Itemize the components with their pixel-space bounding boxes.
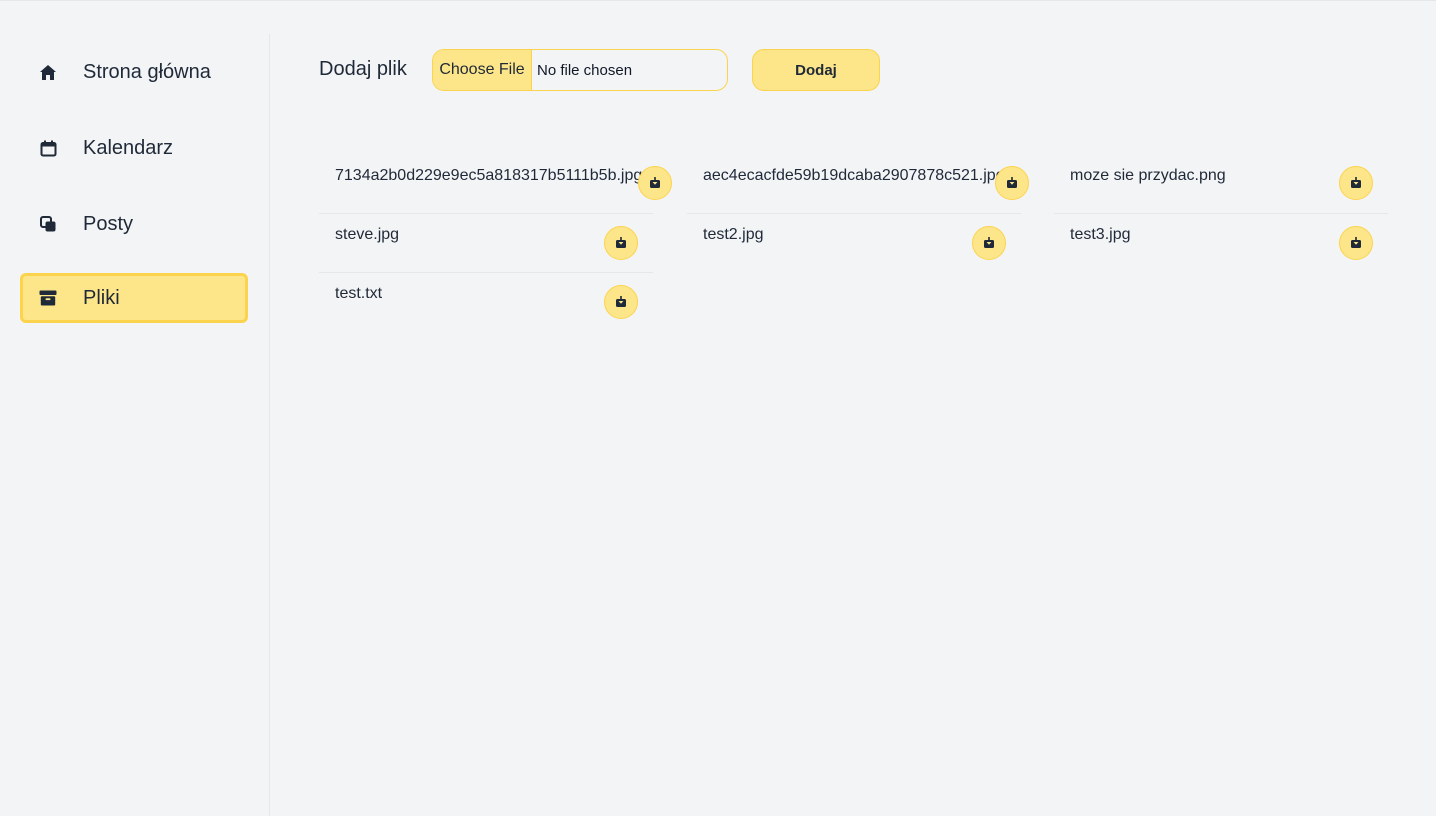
download-button[interactable] xyxy=(604,285,638,319)
download-icon xyxy=(1351,237,1361,248)
add-file-button[interactable]: Dodaj xyxy=(752,49,880,91)
file-name: test3.jpg xyxy=(1070,226,1131,243)
sidebar-item-calendar[interactable]: Kalendarz xyxy=(20,123,248,173)
download-button[interactable] xyxy=(972,226,1006,260)
sidebar-item-label: Strona główna xyxy=(83,60,211,83)
file-item: test3.jpg xyxy=(1054,214,1388,273)
sidebar-item-label: Pliki xyxy=(83,286,120,309)
sidebar-item-label: Posty xyxy=(83,212,134,235)
file-item: aec4ecacfde59b19dcaba2907878c521.jpg xyxy=(687,155,1029,214)
file-item: steve.jpg xyxy=(319,214,653,273)
sidebar-item-posts[interactable]: Posty xyxy=(20,199,248,249)
file-item: test2.jpg xyxy=(687,214,1021,273)
file-item: 7134a2b0d229e9ec5a818317b5111b5b.jpg xyxy=(319,155,672,214)
sidebar-item-files[interactable]: Pliki xyxy=(20,273,248,323)
file-name: steve.jpg xyxy=(335,226,400,243)
sidebar-item-home[interactable]: Strona główna xyxy=(20,47,248,97)
download-button[interactable] xyxy=(638,166,672,200)
copy-icon xyxy=(38,214,58,234)
file-item: test.txt xyxy=(319,273,653,332)
download-icon xyxy=(616,237,626,248)
download-icon xyxy=(616,296,626,307)
choose-file-button[interactable]: Choose File xyxy=(433,50,532,90)
file-status-text: No file chosen xyxy=(537,61,633,79)
download-button[interactable] xyxy=(1339,226,1373,260)
file-name: moze sie przydac.png xyxy=(1070,167,1226,184)
file-name: 7134a2b0d229e9ec5a818317b5111b5b.jpg xyxy=(335,167,643,184)
download-icon xyxy=(1007,177,1017,188)
download-icon xyxy=(984,237,994,248)
download-button[interactable] xyxy=(1339,166,1373,200)
file-input[interactable]: Choose File No file chosen xyxy=(432,49,728,91)
file-name: aec4ecacfde59b19dcaba2907878c521.jpg xyxy=(703,167,1005,184)
sidebar: Strona główna Kalendarz Posty Pliki xyxy=(0,34,270,816)
download-button[interactable] xyxy=(604,226,638,260)
file-item: moze sie przydac.png xyxy=(1054,155,1388,214)
upload-label: Dodaj plik xyxy=(319,58,407,80)
download-icon xyxy=(650,177,660,188)
archive-icon xyxy=(38,288,58,308)
file-name: test.txt xyxy=(335,285,383,302)
calendar-icon xyxy=(38,138,58,158)
download-button[interactable] xyxy=(995,166,1029,200)
home-icon xyxy=(38,62,58,82)
main-content: Dodaj plik Choose File No file chosen Do… xyxy=(271,0,1436,816)
sidebar-item-label: Kalendarz xyxy=(83,136,174,159)
download-icon xyxy=(1351,177,1361,188)
file-name: test2.jpg xyxy=(703,226,764,243)
